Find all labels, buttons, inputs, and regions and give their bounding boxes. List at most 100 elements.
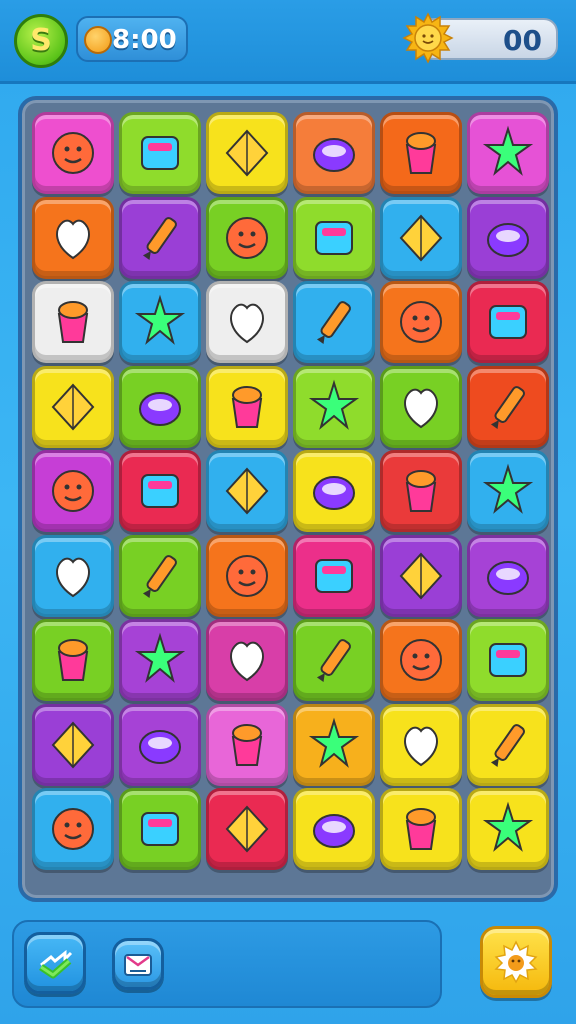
board-tile[interactable] xyxy=(206,788,288,870)
board-tile[interactable] xyxy=(32,703,114,786)
board-tile[interactable] xyxy=(206,619,288,701)
board-tile[interactable] xyxy=(380,196,462,279)
teddy-bear-icon xyxy=(139,391,181,426)
board-tile[interactable] xyxy=(32,619,114,701)
shuffle-arrows-icon xyxy=(39,949,73,979)
potion-icon xyxy=(225,805,269,853)
bird-icon xyxy=(399,214,443,261)
board-tile[interactable] xyxy=(119,450,201,532)
juice-bottle-icon xyxy=(487,222,529,257)
pancakes-icon xyxy=(487,560,529,595)
board-tile[interactable] xyxy=(380,788,462,870)
power-up-button[interactable] xyxy=(480,926,552,998)
board-tile[interactable] xyxy=(467,196,549,279)
clock-icon xyxy=(84,26,112,54)
board-tile[interactable] xyxy=(380,450,462,532)
lollipop-icon xyxy=(308,379,360,430)
board-tile[interactable] xyxy=(119,788,201,870)
board-tile[interactable] xyxy=(293,534,375,617)
board-tile[interactable] xyxy=(467,365,549,448)
board-tile[interactable] xyxy=(206,196,288,279)
parrot-icon xyxy=(142,216,177,260)
ice-cream-cone-icon xyxy=(313,814,355,848)
bread-loaf-icon xyxy=(57,639,89,681)
boy-face-icon xyxy=(141,812,179,846)
board-tile[interactable] xyxy=(380,112,462,194)
magic-wand-icon xyxy=(231,385,263,428)
kite-icon xyxy=(141,136,179,170)
board-tile[interactable] xyxy=(119,281,201,363)
striped-egg-icon xyxy=(52,470,94,512)
shell-icon xyxy=(142,554,177,598)
board-tile[interactable] xyxy=(293,196,375,279)
board-tile[interactable] xyxy=(119,365,201,448)
board-tile[interactable] xyxy=(380,365,462,448)
board-tile[interactable] xyxy=(467,112,549,194)
curly-kid-icon xyxy=(315,220,353,255)
board-tile[interactable] xyxy=(380,619,462,701)
board-tile[interactable] xyxy=(293,112,375,194)
board-tile[interactable] xyxy=(32,534,114,617)
board-tile[interactable] xyxy=(467,788,549,870)
cracker-icon xyxy=(230,303,264,344)
candy-icon xyxy=(308,717,360,768)
board-tile[interactable] xyxy=(467,281,549,363)
board-tile[interactable] xyxy=(32,196,114,279)
sun-power-icon xyxy=(494,940,538,984)
blue-leaf-icon xyxy=(399,552,443,599)
ice-cream-cup-icon xyxy=(405,132,437,174)
gift-box-icon xyxy=(141,474,179,508)
sun-icon xyxy=(402,12,454,64)
board-tile[interactable] xyxy=(206,450,288,532)
board-tile[interactable] xyxy=(467,703,549,786)
board-tile[interactable] xyxy=(467,450,549,532)
board-tile[interactable] xyxy=(119,196,201,279)
girl-face-icon xyxy=(52,132,94,174)
board-tile[interactable] xyxy=(32,112,114,194)
board-tile[interactable] xyxy=(32,365,114,448)
board-tile[interactable] xyxy=(119,703,201,786)
board-tile[interactable] xyxy=(380,703,462,786)
board-tile[interactable] xyxy=(32,450,114,532)
score-text: 00 xyxy=(503,24,542,57)
board-tile[interactable] xyxy=(467,619,549,701)
board-tile[interactable] xyxy=(380,281,462,363)
board-tile[interactable] xyxy=(119,534,201,617)
blue-star-icon xyxy=(225,467,269,515)
board-tile[interactable] xyxy=(293,281,375,363)
radish-icon xyxy=(404,726,438,766)
board-tile[interactable] xyxy=(293,365,375,448)
board-tile[interactable] xyxy=(32,788,114,870)
apple-icon xyxy=(230,641,264,682)
coin-button[interactable]: S xyxy=(14,14,68,68)
board-tile[interactable] xyxy=(32,281,114,363)
flower-donut-icon xyxy=(482,125,534,176)
grape-bunch-icon xyxy=(405,808,437,850)
top-bar: S 8:00 00 xyxy=(0,0,576,84)
board-tile[interactable] xyxy=(206,534,288,617)
board-tile[interactable] xyxy=(293,703,375,786)
board-tile[interactable] xyxy=(206,703,288,786)
board-tile[interactable] xyxy=(119,619,201,701)
shuffle-button[interactable] xyxy=(24,932,86,994)
board-tile[interactable] xyxy=(206,281,288,363)
elf-kid-icon xyxy=(490,723,525,767)
board-tile[interactable] xyxy=(293,450,375,532)
timer-pill: 8:00 xyxy=(76,16,188,62)
board-tile[interactable] xyxy=(380,534,462,617)
planet-icon xyxy=(313,138,355,172)
boy-cap-icon xyxy=(226,216,268,259)
red-roll-icon xyxy=(490,385,525,429)
cake-slice-icon xyxy=(57,301,89,343)
board-tile[interactable] xyxy=(467,534,549,617)
chat-bubble-icon xyxy=(489,643,527,677)
board-tile[interactable] xyxy=(206,112,288,194)
board-tile[interactable] xyxy=(206,365,288,448)
board-tile[interactable] xyxy=(119,112,201,194)
hint-button[interactable] xyxy=(112,938,164,990)
board-tile[interactable] xyxy=(293,619,375,701)
envelope-icon xyxy=(313,476,355,510)
board-tile[interactable] xyxy=(293,788,375,870)
pencil-icon xyxy=(315,558,353,593)
game-board xyxy=(18,96,558,902)
